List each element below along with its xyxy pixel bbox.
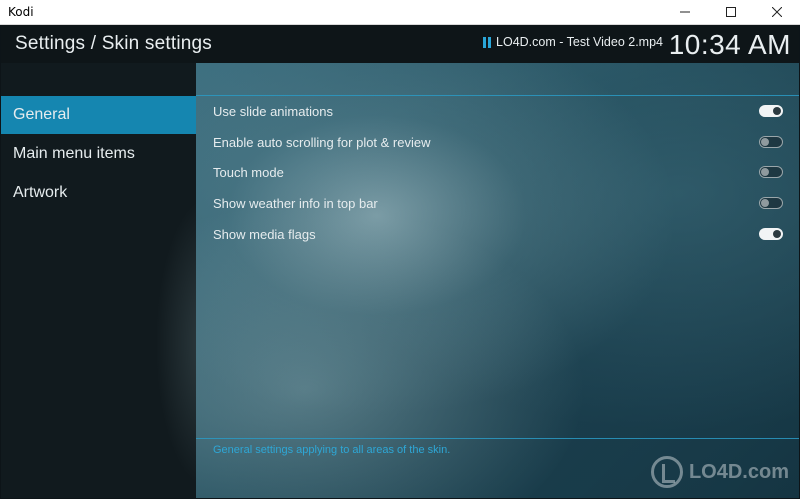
toggle-knob [773,230,781,238]
close-icon [772,7,782,17]
toggle-switch[interactable] [759,136,783,148]
kodi-window: Settings / Skin settings LO4D.com - Test… [1,25,799,498]
toggle-knob [761,138,769,146]
setting-media-flags[interactable]: Show media flags [197,219,799,249]
setting-label: Show media flags [213,226,316,242]
minimize-icon [680,7,690,17]
window-titlebar: Kodi [0,0,800,25]
toggle-switch[interactable] [759,166,783,178]
toggle-switch[interactable] [759,197,783,209]
clock: 10:34 AM [668,29,791,60]
setting-slide-animations[interactable]: Use slide animations [197,96,799,126]
toggle-knob [761,168,769,176]
sidebar-item-artwork[interactable]: Artwork [1,174,196,212]
page-title: Settings / Skin settings [15,33,213,54]
pause-icon [483,36,492,48]
setting-label: Use slide animations [213,103,333,119]
toggle-switch[interactable] [759,105,783,117]
maximize-button[interactable] [708,0,754,25]
sidebar-item-label: Artwork [13,184,68,201]
window-title: Kodi [8,5,34,19]
minimize-button[interactable] [662,0,708,25]
sidebar-item-label: General [13,106,70,123]
toggle-switch[interactable] [759,228,783,240]
watermark-text: LO4D.com [688,460,789,483]
now-playing-title: LO4D.com - Test Video 2.mp4 [496,35,663,49]
toggle-knob [773,107,781,115]
top-bar: Settings / Skin settings LO4D.com - Test… [1,25,799,63]
setting-auto-scrolling[interactable]: Enable auto scrolling for plot & review [197,127,799,157]
toggle-knob [761,199,769,207]
sidebar-item-general[interactable]: General [1,96,196,134]
setting-label: Touch mode [213,164,284,180]
maximize-icon [726,7,736,17]
setting-weather-info[interactable]: Show weather info in top bar [197,188,799,218]
watermark: LO4D.com [650,456,789,488]
footer-hint: General settings applying to all areas o… [213,444,451,456]
sidebar-item-label: Main menu items [13,145,135,162]
sidebar: General Main menu items Artwork [1,63,196,498]
close-button[interactable] [754,0,800,25]
setting-label: Enable auto scrolling for plot & review [213,134,431,150]
setting-touch-mode[interactable]: Touch mode [197,157,799,187]
lo4d-logo-icon [650,456,683,488]
now-playing[interactable]: LO4D.com - Test Video 2.mp4 [483,35,663,49]
footer-divider [196,438,799,439]
sidebar-item-main-menu-items[interactable]: Main menu items [1,135,196,173]
setting-label: Show weather info in top bar [213,195,378,211]
